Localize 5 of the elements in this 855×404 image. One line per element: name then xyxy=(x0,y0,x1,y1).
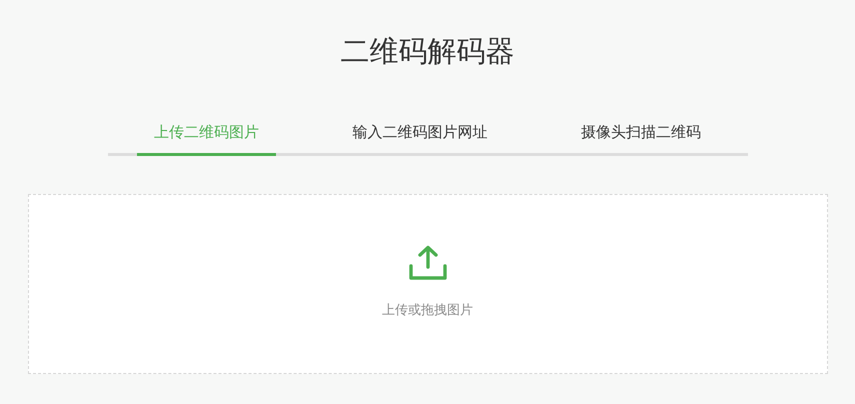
page-title: 二维码解码器 xyxy=(340,33,514,70)
upload-icon xyxy=(408,245,448,281)
tab[interactable]: 摄像头扫描二维码 xyxy=(564,115,718,156)
upload-hint: 上传或拖拽图片 xyxy=(382,302,473,319)
tab[interactable]: 输入二维码图片网址 xyxy=(335,115,504,156)
